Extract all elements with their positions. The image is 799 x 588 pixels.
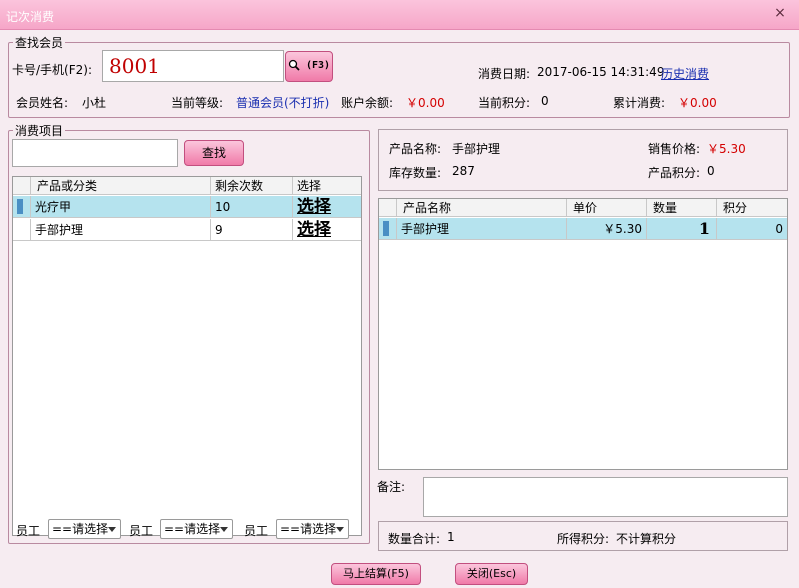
consume-date-label: 消费日期:	[478, 67, 531, 81]
staff-select-3-value: ==请选择	[280, 522, 337, 536]
row-indicator-icon	[13, 196, 31, 217]
cart-table-header: 产品名称 单价 数量 积分	[379, 199, 787, 217]
find-button[interactable]: 查找	[184, 140, 244, 166]
staff-label-3: 员工	[244, 524, 269, 538]
cart-row-price: ￥5.30	[567, 218, 647, 239]
staff-select-2-value: ==请选择	[164, 522, 221, 536]
member-search-shortcut: (F3)	[305, 60, 331, 71]
total-consume-value: ￥0.00	[678, 96, 717, 110]
cart-table: 产品名称 单价 数量 积分 手部护理 ￥5.30 1 0	[378, 198, 788, 470]
consume-items-legend: 消费项目	[15, 124, 64, 138]
remark-textarea[interactable]	[423, 477, 788, 517]
product-name-value: 手部护理	[452, 142, 501, 156]
items-table-header: 产品或分类 剩余次数 选择	[13, 177, 361, 195]
staff-label-1: 员工	[16, 524, 41, 538]
search-icon	[288, 59, 306, 71]
product-name-label: 产品名称:	[389, 142, 442, 156]
member-level-value: 普通会员(不打折)	[236, 96, 330, 110]
member-name-label: 会员姓名:	[16, 96, 69, 110]
product-points-label: 产品积分:	[648, 166, 701, 180]
col-header-select: 选择	[297, 179, 322, 193]
staff-select-2[interactable]: ==请选择	[160, 519, 233, 539]
row-indicator	[13, 219, 31, 240]
col-header-remaining: 剩余次数	[211, 177, 293, 194]
cart-row[interactable]: 手部护理 ￥5.30 1 0	[379, 218, 787, 240]
staff-select-1[interactable]: ==请选择	[48, 519, 121, 539]
window-body: 查找会员 卡号/手机(F2): 8001 (F3) 消费日期: 2017-06-…	[0, 30, 799, 588]
product-info-panel	[378, 129, 788, 191]
balance-value: ￥0.00	[406, 96, 445, 110]
chevron-down-icon	[220, 527, 228, 532]
row-select-link[interactable]: 选择	[293, 219, 361, 240]
cart-row-name: 手部护理	[397, 218, 567, 239]
table-row[interactable]: 手部护理 9 选择	[13, 219, 361, 241]
chevron-down-icon	[108, 527, 116, 532]
title-bar: 记次消费 ×	[0, 0, 799, 30]
member-search-legend: 查找会员	[15, 36, 64, 50]
cart-header-corner	[379, 199, 397, 216]
cart-row-points: 0	[775, 222, 783, 236]
sale-price-value: ￥5.30	[707, 142, 746, 156]
cart-row-qty[interactable]: 1	[647, 218, 717, 239]
col-header-cart-points: 积分	[723, 201, 748, 215]
total-consume-label: 累计消费:	[613, 96, 666, 110]
row-select-link[interactable]: 选择	[293, 196, 361, 217]
member-name-value: 小杜	[82, 96, 107, 110]
remark-label: 备注:	[377, 480, 406, 494]
chevron-down-icon	[336, 527, 344, 532]
item-search-input[interactable]	[12, 139, 178, 167]
history-consume-link[interactable]: 历史消费	[661, 65, 709, 82]
staff-select-1-value: ==请选择	[52, 522, 109, 536]
qty-total-label: 数量合计:	[388, 532, 441, 546]
member-level-label: 当前等级:	[171, 96, 224, 110]
col-header-product: 产品或分类	[31, 177, 211, 194]
close-icon[interactable]: ×	[770, 4, 790, 22]
row-product-name: 光疗甲	[31, 196, 211, 217]
card-number-input[interactable]: 8001	[102, 50, 284, 82]
row-product-name: 手部护理	[31, 219, 211, 240]
window-title: 记次消费	[6, 10, 55, 24]
staff-select-3[interactable]: ==请选择	[276, 519, 349, 539]
row-indicator-icon	[379, 218, 397, 239]
qty-total-value: 1	[447, 530, 455, 544]
consume-date-value: 2017-06-15 14:31:49	[537, 65, 665, 79]
current-points-label: 当前积分:	[478, 96, 531, 110]
items-header-corner	[13, 177, 31, 194]
checkout-button[interactable]: 马上结算(F5)	[331, 563, 421, 585]
col-header-cart-name: 产品名称	[397, 199, 567, 216]
card-label: 卡号/手机(F2):	[12, 63, 92, 77]
member-search-button[interactable]: (F3)	[285, 51, 333, 82]
table-row[interactable]: 光疗甲 10 选择	[13, 196, 361, 218]
sale-price-label: 销售价格:	[648, 142, 701, 156]
earned-points-label: 所得积分:	[557, 532, 610, 546]
col-header-cart-qty: 数量	[647, 199, 717, 216]
product-points-value: 0	[707, 164, 715, 178]
balance-label: 账户余额:	[341, 96, 394, 110]
staff-label-2: 员工	[129, 524, 154, 538]
items-table: 产品或分类 剩余次数 选择 光疗甲 10 选择 手部护理 9 选择	[12, 176, 362, 536]
stock-value: 287	[452, 164, 475, 178]
col-header-cart-price: 单价	[567, 199, 647, 216]
current-points-value: 0	[541, 94, 549, 108]
row-remaining: 9	[211, 219, 293, 240]
close-button[interactable]: 关闭(Esc)	[455, 563, 528, 585]
row-remaining: 10	[211, 196, 293, 217]
stock-label: 库存数量:	[389, 166, 442, 180]
earned-points-value: 不计算积分	[616, 532, 677, 546]
